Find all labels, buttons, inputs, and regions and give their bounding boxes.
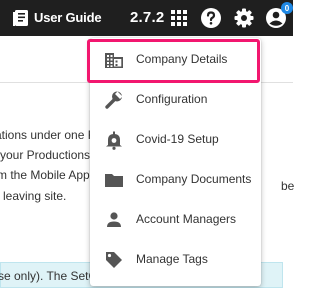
wrench-icon: [104, 90, 124, 110]
gear-icon[interactable]: [234, 8, 254, 28]
notification-badge: 0: [281, 2, 293, 14]
covid-bell-icon: [104, 130, 124, 150]
menu-item-configuration[interactable]: Configuration: [90, 80, 261, 120]
menu-item-company-documents[interactable]: Company Documents: [90, 160, 261, 200]
book-icon[interactable]: [12, 9, 30, 27]
menu-item-label: Account Managers: [136, 212, 237, 226]
folder-icon: [104, 170, 124, 190]
tag-icon: [104, 250, 124, 270]
top-bar: User Guide 2.7.2 0: [0, 0, 293, 36]
menu-item-label: Configuration: [136, 92, 208, 106]
menu-item-label: Covid-19 Setup: [136, 132, 219, 146]
body-text-line: be: [281, 179, 295, 193]
menu-item-label: Company Documents: [136, 172, 252, 186]
body-text-line: your Productions: [0, 148, 91, 162]
apps-grid-icon[interactable]: [171, 10, 187, 26]
person-icon: [104, 210, 124, 230]
menu-item-label: Manage Tags: [136, 252, 208, 266]
highlight-box: [87, 39, 260, 83]
notice-text: se only). The SetC: [0, 269, 98, 283]
body-text-line: leaving site.: [3, 189, 67, 203]
menu-item-covid-setup[interactable]: Covid-19 Setup: [90, 120, 261, 160]
menu-item-manage-tags[interactable]: Manage Tags: [90, 240, 261, 280]
body-text-line: m the Mobile App: [0, 168, 90, 182]
user-guide-link[interactable]: User Guide: [34, 10, 102, 25]
body-text-line: ations under one F: [0, 128, 96, 142]
version-label: 2.7.2: [130, 9, 165, 26]
menu-item-account-managers[interactable]: Account Managers: [90, 200, 261, 240]
help-icon[interactable]: [200, 7, 222, 29]
